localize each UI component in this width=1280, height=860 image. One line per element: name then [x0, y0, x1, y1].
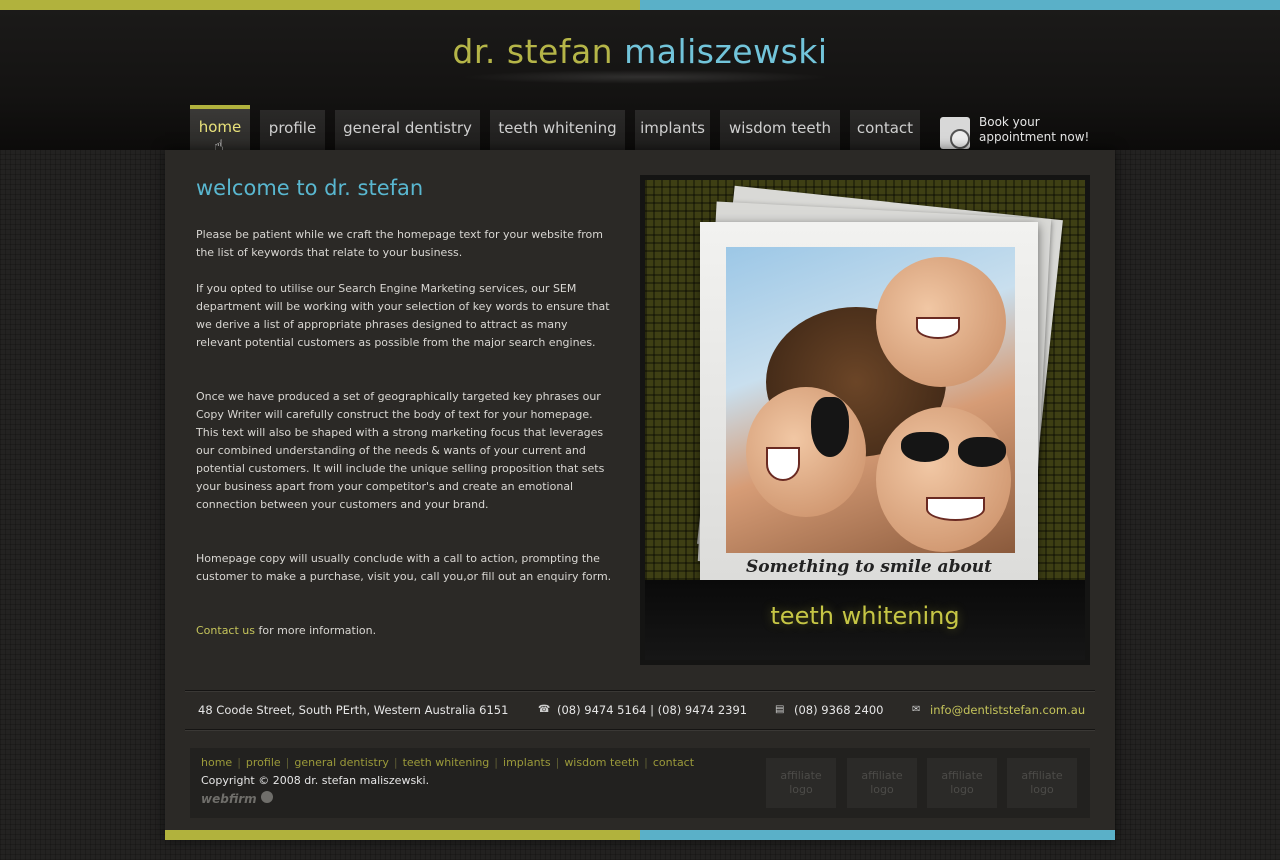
phone-icon: ☎ [538, 704, 551, 715]
calendar-clock-icon [940, 117, 970, 149]
photo-smile-right [926, 497, 985, 521]
photo-face-right [876, 407, 1011, 552]
affiliate-line1: affiliate [1021, 769, 1063, 782]
book-appointment-button[interactable]: Book your appointment now! [938, 115, 1098, 155]
footer-separator: | [285, 756, 290, 769]
polaroid-photo-frame: Something to smile about [700, 222, 1038, 582]
affiliate-logo-1[interactable]: affiliate logo [766, 758, 836, 808]
photo-sunglasses-left [811, 397, 849, 457]
page-title: welcome to dr. stefan [196, 176, 424, 200]
fax-icon: ▤ [775, 704, 785, 715]
nav-contact-label: contact [856, 119, 914, 137]
nav-general-dentistry[interactable]: general dentistry [335, 110, 480, 150]
top-bar-green [0, 0, 640, 10]
footer-separator: | [393, 756, 398, 769]
footer-separator: | [644, 756, 648, 769]
nav-teeth-whitening[interactable]: teeth whitening [490, 110, 625, 150]
logo-reflection [460, 70, 830, 84]
footer: home | profile | general dentistry | teeth whi… [190, 748, 1090, 818]
main-content: welcome to dr. stefan Please be patient … [165, 150, 1115, 840]
intro-paragraph-1: Please be patient while we craft the hom… [196, 228, 603, 259]
footer-links: home | profile | general dentistry | teeth whi… [201, 756, 694, 769]
address-text: 48 Coode Street, South PErth, Western Au… [198, 703, 509, 717]
email-link[interactable]: info@dentiststefan.com.au [930, 703, 1085, 717]
nav-contact[interactable]: contact [850, 110, 920, 150]
bottom-color-bar [165, 830, 1115, 840]
footer-separator: | [555, 756, 560, 769]
affiliate-logo-3[interactable]: affiliate logo [927, 758, 997, 808]
nav-general-dentistry-label: general dentistry [343, 119, 472, 137]
nav-profile[interactable]: profile [260, 110, 325, 150]
feature-banner[interactable]: Something to smile about teeth whitening [640, 175, 1090, 665]
photo-sunglasses-right-2 [958, 437, 1006, 467]
footer-link-contact[interactable]: contact [653, 756, 694, 769]
footer-link-home[interactable]: home [201, 756, 232, 769]
footer-link-teeth-whitening[interactable]: teeth whitening [403, 756, 490, 769]
intro-paragraph-2: If you opted to utilise our Search Engin… [196, 282, 610, 349]
footer-separator: | [237, 756, 241, 769]
nav-wisdom-teeth[interactable]: wisdom teeth [720, 110, 840, 150]
phone-text: (08) 9474 5164 | (08) 9474 2391 [557, 703, 748, 717]
top-color-bar [0, 0, 1280, 10]
copyright-text: Copyright © 2008 dr. stefan maliszewski. [201, 774, 430, 787]
affiliate-line2: logo [870, 783, 894, 796]
feature-band: teeth whitening [645, 580, 1085, 660]
affiliate-line2: logo [789, 783, 813, 796]
nav-wisdom-teeth-label: wisdom teeth [728, 119, 832, 137]
nav-implants-label: implants [640, 119, 705, 137]
footer-link-wisdom-teeth[interactable]: wisdom teeth [564, 756, 639, 769]
contact-cta: Contact us for more information. [196, 622, 616, 640]
nav-home-label: home [198, 118, 242, 136]
logo-part1: dr. stefan [452, 32, 614, 71]
smiling-friends-photo [726, 247, 1015, 553]
fax-text: (08) 9368 2400 [794, 703, 884, 717]
photo-smile-left [766, 447, 800, 481]
book-line2: appointment now! [979, 130, 1090, 144]
affiliate-line2: logo [1030, 783, 1054, 796]
book-appointment-text: Book your appointment now! [979, 115, 1089, 145]
affiliate-logo-2[interactable]: affiliate logo [847, 758, 917, 808]
footer-link-general-dentistry[interactable]: general dentistry [294, 756, 388, 769]
intro-paragraph-3: Once we have produced a set of geographi… [196, 390, 605, 511]
site-logo[interactable]: dr. stefan maliszewski [0, 32, 1280, 71]
book-line1: Book your [979, 115, 1040, 129]
webfirm-credit-logo[interactable]: webfirm [201, 791, 273, 806]
feature-band-title: teeth whitening [770, 602, 960, 630]
email-icon: ✉ [912, 704, 921, 715]
affiliate-line1: affiliate [941, 769, 983, 782]
affiliate-line2: logo [950, 783, 974, 796]
footer-link-implants[interactable]: implants [503, 756, 551, 769]
photo-sunglasses-right-1 [901, 432, 949, 462]
header: dr. stefan maliszewski home profile gene… [0, 10, 1280, 150]
nav-implants[interactable]: implants [635, 110, 710, 150]
bottom-bar-green [165, 830, 640, 840]
top-bar-blue [640, 0, 1280, 10]
feature-background-grid: Something to smile about [645, 180, 1085, 582]
affiliate-line1: affiliate [861, 769, 903, 782]
photo-smile-top [916, 317, 960, 339]
affiliate-line1: affiliate [780, 769, 822, 782]
nav-teeth-whitening-label: teeth whitening [498, 119, 617, 137]
footer-separator: | [494, 756, 499, 769]
photo-face-left [746, 387, 866, 517]
nav-profile-label: profile [268, 119, 317, 137]
affiliate-logo-4[interactable]: affiliate logo [1007, 758, 1077, 808]
bottom-bar-blue [640, 830, 1115, 840]
intro-paragraph-4: Homepage copy will usually conclude with… [196, 552, 612, 583]
contact-us-link[interactable]: Contact us [196, 624, 255, 637]
contact-info-bar: 48 Coode Street, South PErth, Western Au… [185, 690, 1095, 730]
logo-part2: maliszewski [624, 32, 828, 71]
footer-link-profile[interactable]: profile [246, 756, 281, 769]
polaroid-caption: Something to smile about [745, 557, 993, 577]
contact-cta-rest: for more information. [255, 624, 377, 637]
